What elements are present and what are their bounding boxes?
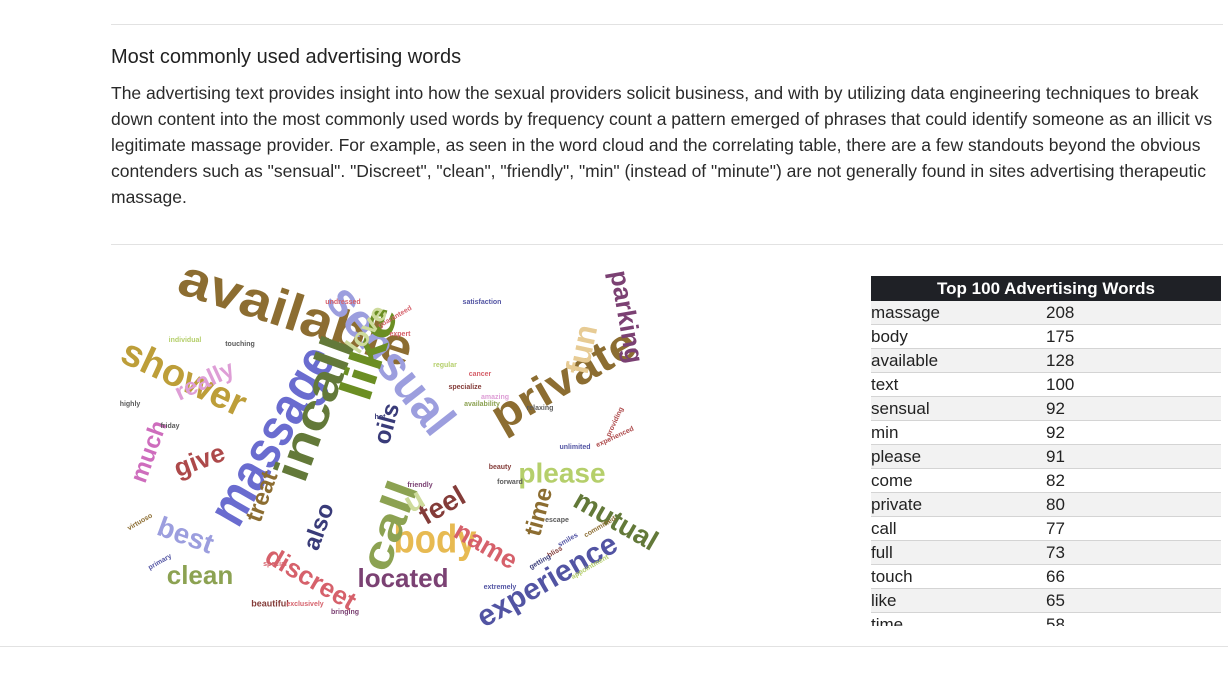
section-heading-advertising-words: Most commonly used advertising words (111, 46, 462, 68)
word-cloud-word: specialize (448, 384, 481, 391)
word-cloud-word: virtuoso (126, 512, 153, 532)
word-cell: massage (871, 303, 940, 322)
word-cloud-word: exclusively (286, 601, 323, 608)
count-cell: 73 (1046, 543, 1065, 562)
word-cloud-word: unlimited (559, 444, 590, 451)
table-row: body 175 (871, 325, 1221, 349)
table-row: available 128 (871, 349, 1221, 373)
word-cell: body (871, 327, 908, 346)
word-cloud-word: best (153, 511, 218, 560)
top-divider (111, 24, 1223, 25)
word-cloud-word: availability (464, 401, 500, 408)
table-row: massage 208 (871, 301, 1221, 325)
count-cell: 58 (1046, 615, 1065, 626)
word-cloud-word: satisfaction (463, 299, 502, 306)
word-cloud-word: please (518, 457, 605, 488)
word-cloud-word: undressed (325, 299, 360, 306)
word-cloud-word: touching (225, 341, 255, 348)
word-cloud-word: expert (389, 331, 411, 338)
word-cloud-word: clean (167, 560, 234, 590)
word-cloud-word: amazing (481, 394, 509, 401)
count-cell: 92 (1046, 399, 1065, 418)
table-row: full 73 (871, 541, 1221, 565)
middle-divider (111, 244, 1223, 245)
word-cloud-word: time (519, 484, 558, 539)
count-cell: 66 (1046, 567, 1065, 586)
count-cell: 77 (1046, 519, 1065, 538)
top-words-table[interactable]: Top 100 Advertising Words massage 208 body… (871, 276, 1221, 626)
section-paragraph: The advertising text provides insight in… (111, 83, 1213, 207)
word-cloud-word: bringing (331, 609, 359, 616)
word-cell: touch (871, 567, 913, 586)
word-cloud-word: cancer (469, 371, 492, 378)
word-cloud: massage available sensual incall like body pri… (110, 262, 700, 632)
word-cell: time (871, 615, 904, 626)
count-cell: 208 (1046, 303, 1075, 322)
word-cloud-word: friendly (407, 482, 432, 489)
word-cloud-word: hot (375, 414, 387, 421)
word-cloud-word: beautiful (251, 598, 289, 608)
word-cloud-word: beauty (489, 464, 512, 471)
count-cell: 82 (1046, 471, 1065, 490)
table-row: sensual 92 (871, 397, 1221, 421)
table-row: call 77 (871, 517, 1221, 541)
word-cloud-word: oils (368, 400, 405, 447)
word-cell: full (871, 543, 893, 562)
word-cloud-word: escape (545, 517, 569, 524)
table-row: come 82 (871, 469, 1221, 493)
table-row: please 91 (871, 445, 1221, 469)
word-cloud-word: also (298, 499, 340, 553)
table-body: massage 208 body 175 available 128 text 100 sens… (871, 301, 1221, 626)
word-cell: come (871, 471, 913, 490)
word-cloud-word: relaxing (527, 405, 554, 412)
table-row: min 92 (871, 421, 1221, 445)
word-cell: like (871, 591, 897, 610)
word-cell: please (871, 447, 922, 466)
word-cell: text (871, 375, 899, 394)
count-cell: 128 (1046, 351, 1075, 370)
count-cell: 80 (1046, 495, 1065, 514)
word-cloud-word: special (263, 561, 287, 568)
word-cell: call (871, 519, 897, 538)
word-cloud-word: forward (497, 479, 523, 486)
count-cell: 92 (1046, 423, 1065, 442)
word-cloud-word: highly (120, 401, 141, 408)
word-cloud-word: individual (169, 337, 202, 344)
word-cloud-word: regular (433, 362, 457, 369)
count-cell: 91 (1046, 447, 1065, 466)
word-cell: private (871, 495, 923, 514)
word-cloud-word: extremely (484, 584, 517, 591)
word-cloud-word: friday (160, 423, 179, 430)
table-row: private 80 (871, 493, 1221, 517)
count-cell: 175 (1046, 327, 1075, 346)
word-cell: sensual (871, 399, 930, 418)
table-row: touch 66 (871, 565, 1221, 589)
table-row: time 58 (871, 613, 1221, 626)
word-cloud-canvas: massageavailablesensualincalllikebodypri… (115, 262, 664, 632)
bottom-divider (0, 646, 1228, 647)
count-cell: 65 (1046, 591, 1065, 610)
word-cloud-word: located (357, 563, 448, 593)
word-cloud-word: name (449, 515, 523, 575)
word-cell: available (871, 351, 939, 370)
word-cell: min (871, 423, 899, 442)
table-row: text 100 (871, 373, 1221, 397)
table-title: Top 100 Advertising Words (871, 276, 1221, 301)
table-row: like 65 (871, 589, 1221, 613)
count-cell: 100 (1046, 375, 1075, 394)
